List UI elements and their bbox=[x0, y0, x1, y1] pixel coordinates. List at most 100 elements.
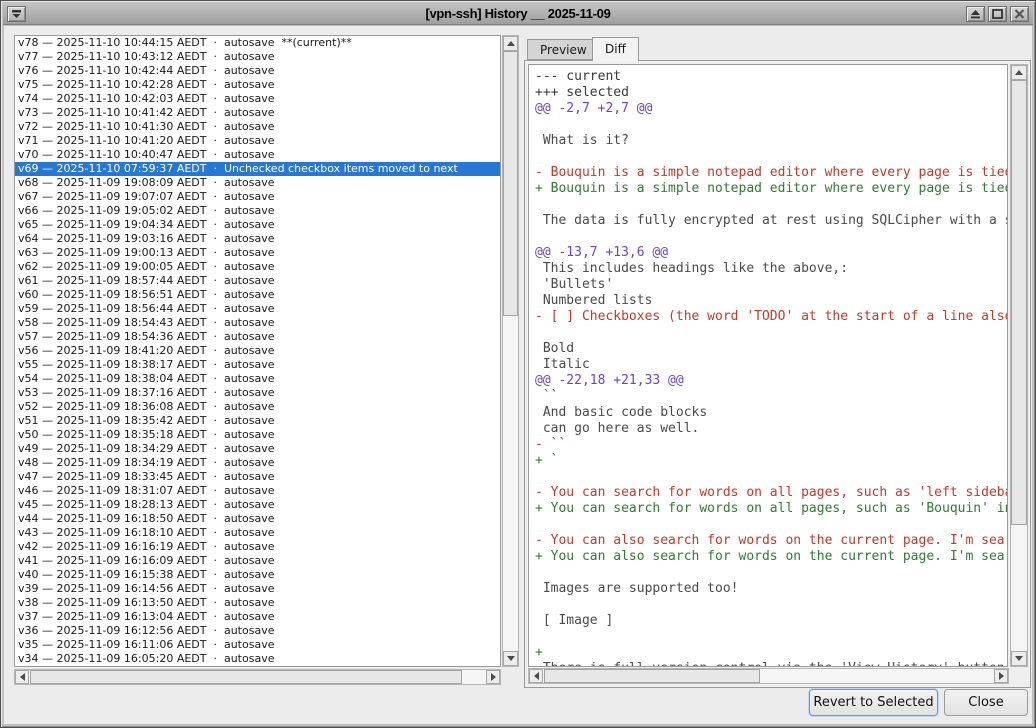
dialog-content: v78 — 2025-11-10 10:44:15 AEDT · autosav… bbox=[4, 26, 1032, 724]
history-row[interactable]: v34 — 2025-11-09 16:05:20 AEDT · autosav… bbox=[15, 652, 500, 666]
history-row[interactable]: v66 — 2025-11-09 19:05:02 AEDT · autosav… bbox=[15, 204, 500, 218]
history-list-hscrollbar[interactable] bbox=[14, 669, 501, 685]
history-row[interactable]: v70 — 2025-11-10 10:40:47 AEDT · autosav… bbox=[15, 148, 500, 162]
history-row[interactable]: v53 — 2025-11-09 18:37:16 AEDT · autosav… bbox=[15, 386, 500, 400]
vscroll-thumb[interactable] bbox=[503, 51, 518, 316]
history-row[interactable]: v51 — 2025-11-09 18:35:42 AEDT · autosav… bbox=[15, 414, 500, 428]
arrow-left-icon bbox=[534, 672, 539, 680]
arrow-right-icon bbox=[999, 672, 1004, 680]
history-row[interactable]: v37 — 2025-11-09 16:13:04 AEDT · autosav… bbox=[15, 610, 500, 624]
diff-line bbox=[535, 517, 1007, 533]
diff-line: And basic code blocks bbox=[535, 405, 1007, 421]
diff-line bbox=[535, 229, 1007, 245]
history-row[interactable]: v40 — 2025-11-09 16:15:38 AEDT · autosav… bbox=[15, 568, 500, 582]
maximize-icon bbox=[992, 9, 1003, 19]
history-list-vscrollbar[interactable] bbox=[502, 35, 519, 667]
scroll-right-arrow[interactable] bbox=[486, 670, 500, 684]
diff-view[interactable]: --- current+++ selected@@ -2,7 +2,7 @@ W… bbox=[528, 64, 1008, 667]
scroll-left-arrow[interactable] bbox=[529, 669, 543, 683]
hscroll-thumb[interactable] bbox=[544, 669, 760, 683]
diff-line: - You can also search for words on the c… bbox=[535, 533, 1007, 549]
tab-diff[interactable]: Diff bbox=[592, 37, 639, 61]
diff-line: +++ selected bbox=[535, 85, 1007, 101]
history-row[interactable]: v61 — 2025-11-09 18:57:44 AEDT · autosav… bbox=[15, 274, 500, 288]
diff-line bbox=[535, 469, 1007, 485]
diff-line: Italic bbox=[535, 357, 1007, 373]
diff-line: - [ ] Checkboxes (the word 'TODO' at the… bbox=[535, 309, 1007, 325]
window-menu-button[interactable] bbox=[7, 6, 26, 22]
history-row[interactable]: v36 — 2025-11-09 16:12:56 AEDT · autosav… bbox=[15, 624, 500, 638]
tab-preview[interactable]: Preview bbox=[527, 39, 600, 60]
history-row[interactable]: v78 — 2025-11-10 10:44:15 AEDT · autosav… bbox=[15, 36, 500, 50]
vscroll-thumb[interactable] bbox=[1011, 80, 1027, 525]
history-row[interactable]: v54 — 2025-11-09 18:38:04 AEDT · autosav… bbox=[15, 372, 500, 386]
history-row[interactable]: v39 — 2025-11-09 16:14:56 AEDT · autosav… bbox=[15, 582, 500, 596]
history-row[interactable]: v76 — 2025-11-10 10:42:44 AEDT · autosav… bbox=[15, 64, 500, 78]
history-row[interactable]: v59 — 2025-11-09 18:56:44 AEDT · autosav… bbox=[15, 302, 500, 316]
history-row[interactable]: v72 — 2025-11-10 10:41:30 AEDT · autosav… bbox=[15, 120, 500, 134]
scroll-up-arrow[interactable] bbox=[1011, 65, 1027, 80]
history-row[interactable]: v60 — 2025-11-09 18:56:51 AEDT · autosav… bbox=[15, 288, 500, 302]
history-row[interactable]: v68 — 2025-11-09 19:08:09 AEDT · autosav… bbox=[15, 176, 500, 190]
diff-line: - Bouquin is a simple notepad editor whe… bbox=[535, 165, 1007, 181]
diff-line: - `` bbox=[535, 437, 1007, 453]
diff-line bbox=[535, 629, 1007, 645]
history-row[interactable]: v49 — 2025-11-09 18:34:29 AEDT · autosav… bbox=[15, 442, 500, 456]
history-row[interactable]: v48 — 2025-11-09 18:34:19 AEDT · autosav… bbox=[15, 456, 500, 470]
history-row[interactable]: v77 — 2025-11-10 10:43:12 AEDT · autosav… bbox=[15, 50, 500, 64]
history-row[interactable]: v62 — 2025-11-09 19:00:05 AEDT · autosav… bbox=[15, 260, 500, 274]
history-row[interactable]: v65 — 2025-11-09 19:04:34 AEDT · autosav… bbox=[15, 218, 500, 232]
diff-line: Images are supported too! bbox=[535, 581, 1007, 597]
diff-line: `` bbox=[535, 389, 1007, 405]
maximize-button[interactable] bbox=[988, 6, 1007, 22]
history-row[interactable]: v47 — 2025-11-09 18:33:45 AEDT · autosav… bbox=[15, 470, 500, 484]
history-row[interactable]: v41 — 2025-11-09 16:16:09 AEDT · autosav… bbox=[15, 554, 500, 568]
history-row[interactable]: v52 — 2025-11-09 18:36:08 AEDT · autosav… bbox=[15, 400, 500, 414]
history-row[interactable]: v67 — 2025-11-09 19:07:07 AEDT · autosav… bbox=[15, 190, 500, 204]
diff-line: + You can search for words on all pages,… bbox=[535, 501, 1007, 517]
history-row[interactable]: v71 — 2025-11-10 10:41:20 AEDT · autosav… bbox=[15, 134, 500, 148]
scroll-left-arrow[interactable] bbox=[15, 670, 29, 684]
diff-line: The data is fully encrypted at rest usin… bbox=[535, 213, 1007, 229]
close-button-titlebar[interactable] bbox=[1010, 6, 1029, 22]
scroll-up-arrow[interactable] bbox=[503, 36, 518, 51]
diff-line bbox=[535, 565, 1007, 581]
history-row[interactable]: v46 — 2025-11-09 18:31:07 AEDT · autosav… bbox=[15, 484, 500, 498]
diff-hscrollbar[interactable] bbox=[528, 668, 1009, 684]
history-row[interactable]: v42 — 2025-11-09 16:16:19 AEDT · autosav… bbox=[15, 540, 500, 554]
history-row[interactable]: v43 — 2025-11-09 16:18:10 AEDT · autosav… bbox=[15, 526, 500, 540]
close-button[interactable]: Close bbox=[944, 689, 1028, 716]
history-row[interactable]: v74 — 2025-11-10 10:42:03 AEDT · autosav… bbox=[15, 92, 500, 106]
history-row[interactable]: v35 — 2025-11-09 16:11:06 AEDT · autosav… bbox=[15, 638, 500, 652]
diff-line: + ` bbox=[535, 453, 1007, 469]
close-icon bbox=[1014, 9, 1025, 19]
history-row[interactable]: v75 — 2025-11-10 10:42:28 AEDT · autosav… bbox=[15, 78, 500, 92]
history-row[interactable]: v56 — 2025-11-09 18:41:20 AEDT · autosav… bbox=[15, 344, 500, 358]
minimize-button[interactable] bbox=[966, 6, 985, 22]
history-row[interactable]: v64 — 2025-11-09 19:03:16 AEDT · autosav… bbox=[15, 232, 500, 246]
scroll-down-arrow[interactable] bbox=[503, 651, 518, 666]
history-row[interactable]: v38 — 2025-11-09 16:13:50 AEDT · autosav… bbox=[15, 596, 500, 610]
scroll-down-arrow[interactable] bbox=[1011, 651, 1027, 666]
history-row[interactable]: v58 — 2025-11-09 18:54:43 AEDT · autosav… bbox=[15, 316, 500, 330]
history-row[interactable]: v55 — 2025-11-09 18:38:17 AEDT · autosav… bbox=[15, 358, 500, 372]
hscroll-thumb[interactable] bbox=[30, 670, 462, 684]
history-row[interactable]: v33 — 2025-11-09 16:05:01 AEDT · autosav… bbox=[15, 666, 500, 667]
history-row[interactable]: v50 — 2025-11-09 18:35:18 AEDT · autosav… bbox=[15, 428, 500, 442]
revert-to-selected-button[interactable]: Revert to Selected bbox=[809, 689, 938, 716]
history-dialog-window: [vpn-ssh] History __ 2025-11-09 v bbox=[0, 0, 1036, 728]
titlebar[interactable]: [vpn-ssh] History __ 2025-11-09 bbox=[3, 3, 1033, 25]
arrow-left-icon bbox=[20, 673, 25, 681]
history-row[interactable]: v69 — 2025-11-10 07:59:37 AEDT · Uncheck… bbox=[15, 162, 500, 176]
scroll-right-arrow[interactable] bbox=[994, 669, 1008, 683]
history-row[interactable]: v73 — 2025-11-10 10:41:42 AEDT · autosav… bbox=[15, 106, 500, 120]
diff-line: There is full version control via the 'V… bbox=[535, 661, 1007, 667]
history-row[interactable]: v44 — 2025-11-09 16:18:50 AEDT · autosav… bbox=[15, 512, 500, 526]
arrow-down-icon bbox=[507, 656, 515, 661]
diff-line: What is it? bbox=[535, 133, 1007, 149]
history-row[interactable]: v45 — 2025-11-09 18:28:13 AEDT · autosav… bbox=[15, 498, 500, 512]
history-row[interactable]: v57 — 2025-11-09 18:54:36 AEDT · autosav… bbox=[15, 330, 500, 344]
diff-vscrollbar[interactable] bbox=[1010, 64, 1028, 667]
history-row[interactable]: v63 — 2025-11-09 19:00:13 AEDT · autosav… bbox=[15, 246, 500, 260]
history-list[interactable]: v78 — 2025-11-10 10:44:15 AEDT · autosav… bbox=[14, 35, 501, 667]
